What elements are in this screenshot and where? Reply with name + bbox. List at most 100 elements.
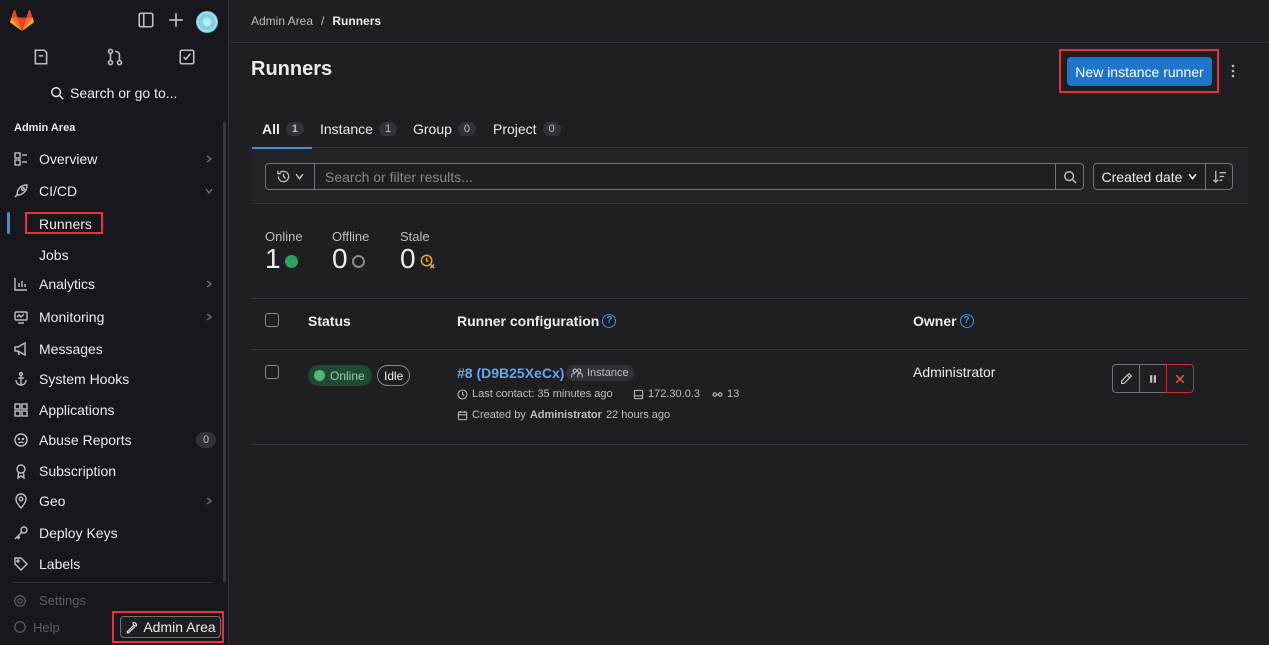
sidebar-item-abuse-reports[interactable]: Abuse Reports 0 — [0, 426, 224, 454]
breadcrumb-current[interactable]: Runners — [332, 14, 381, 28]
new-instance-runner-button[interactable]: New instance runner — [1067, 57, 1212, 86]
sidebar-item-system-hooks[interactable]: System Hooks — [0, 365, 224, 393]
sidebar-item-label: Overview — [39, 151, 98, 167]
tab-all[interactable]: All 1 — [251, 110, 313, 149]
sidebar-item-label: Messages — [39, 341, 103, 357]
sidebar-item-analytics[interactable]: Analytics — [0, 270, 224, 298]
stat-offline: Offline 0 — [332, 229, 369, 274]
sidebar-item-runners[interactable]: Runners — [39, 216, 92, 232]
sidebar-item-help[interactable]: Help — [33, 620, 60, 635]
more-actions-icon[interactable] — [1229, 63, 1237, 79]
stale-clock-icon — [420, 254, 435, 269]
search-button[interactable]: Search or go to... — [50, 82, 180, 104]
sidebar-item-jobs[interactable]: Jobs — [39, 247, 69, 263]
sidebar-item-cicd[interactable]: CI/CD — [0, 177, 224, 205]
slight-frown-icon — [14, 433, 28, 447]
column-header-status: Status — [308, 313, 351, 329]
search-input[interactable] — [314, 163, 1056, 190]
sidebar-item-applications[interactable]: Applications — [0, 396, 224, 424]
select-all-checkbox[interactable] — [265, 313, 279, 327]
clock-icon — [457, 389, 468, 399]
recent-searches-button[interactable] — [265, 163, 315, 190]
sidebar-item-label: System Hooks — [39, 371, 130, 387]
runner-type-label: Instance — [587, 367, 629, 379]
sidebar-item-subscription[interactable]: Subscription — [0, 457, 224, 485]
gitlab-logo-icon[interactable] — [10, 10, 34, 32]
sidebar-section-title: Admin Area — [14, 122, 76, 134]
created-by-user[interactable]: Administrator — [530, 409, 602, 421]
runner-owner: Administrator — [913, 364, 996, 380]
chevron-right-icon — [206, 280, 213, 288]
anchor-icon — [15, 371, 27, 386]
disk-icon — [633, 389, 644, 399]
chevron-right-icon — [206, 313, 213, 321]
key-icon — [14, 526, 28, 540]
sidebar-item-label: Monitoring — [39, 309, 105, 325]
sidebar-item-settings[interactable]: Settings — [39, 593, 86, 608]
breadcrumb: Admin Area / Runners — [251, 14, 381, 28]
sidebar-item-monitoring[interactable]: Monitoring — [0, 303, 224, 331]
active-indicator — [7, 212, 10, 234]
runner-jobs-count: 13 — [727, 388, 740, 400]
tab-label: Project — [493, 121, 537, 137]
history-icon — [277, 170, 290, 183]
created-ago: 22 hours ago — [605, 409, 671, 421]
column-header-config: Runner configuration ? — [457, 313, 617, 329]
breadcrumb-parent[interactable]: Admin Area — [251, 14, 313, 28]
sidebar-header — [0, 0, 229, 44]
tab-instance[interactable]: Instance 1 — [320, 110, 398, 148]
issues-icon[interactable] — [31, 48, 51, 66]
admin-area-button[interactable]: Admin Area — [120, 616, 221, 638]
page-title: Runners — [251, 58, 333, 80]
sidebar-divider — [14, 582, 214, 583]
status-badge-label: Online — [330, 368, 365, 383]
sidebar-item-label: Subscription — [39, 463, 117, 479]
delete-runner-button[interactable] — [1166, 364, 1194, 393]
sidebar-item-deploy-keys[interactable]: Deploy Keys — [0, 519, 224, 547]
sidebar-item-geo[interactable]: Geo — [0, 487, 224, 515]
offline-status-icon — [351, 254, 365, 268]
overview-icon — [14, 152, 27, 166]
count-badge: 0 — [196, 432, 216, 448]
tab-project[interactable]: Project 0 — [493, 110, 561, 148]
pause-runner-button[interactable] — [1139, 364, 1167, 393]
sidebar-item-messages[interactable]: Messages — [0, 335, 224, 363]
monitor-icon — [14, 311, 28, 324]
runner-link[interactable]: #8 (D9B25XeCx) — [457, 365, 564, 381]
todo-icon[interactable] — [177, 48, 197, 66]
question-icon[interactable]: ? — [602, 314, 617, 328]
edit-runner-button[interactable] — [1112, 364, 1140, 393]
table-header — [251, 298, 1248, 350]
column-header-label: Owner — [913, 313, 957, 329]
sidebar-item-label: CI/CD — [39, 183, 78, 199]
status-badge-idle: Idle — [377, 365, 411, 386]
merge-request-icon[interactable] — [105, 48, 125, 66]
sidebar: Search or go to... Admin Area Overview C… — [0, 0, 229, 645]
settings-icon — [14, 595, 26, 607]
search-submit-button[interactable] — [1055, 163, 1084, 190]
stat-value: 0 — [332, 243, 348, 274]
license-icon — [16, 464, 26, 479]
sidebar-item-labels[interactable]: Labels — [0, 550, 224, 578]
sidebar-toggle-icon[interactable] — [137, 11, 155, 29]
chevron-right-icon — [206, 497, 213, 505]
tab-count-badge: 0 — [457, 122, 477, 136]
sort-dropdown[interactable]: Created date — [1093, 163, 1206, 190]
sidebar-item-label: Applications — [39, 402, 115, 418]
stat-value: 1 — [265, 243, 281, 274]
rocket-icon — [14, 184, 28, 198]
sidebar-item-overview[interactable]: Overview — [0, 145, 224, 173]
plus-icon[interactable] — [167, 11, 185, 29]
last-contact: Last contact: 35 minutes ago — [457, 388, 613, 400]
tab-group[interactable]: Group 0 — [413, 110, 477, 148]
sort-direction-button[interactable] — [1205, 163, 1233, 190]
column-header-owner: Owner ? — [913, 313, 974, 329]
top-bar: Admin Area / Runners — [230, 0, 1269, 43]
tab-count-badge: 1 — [378, 122, 398, 136]
applications-icon — [14, 403, 28, 417]
user-avatar[interactable] — [196, 11, 218, 33]
pipeline-icon — [712, 391, 723, 397]
close-icon — [1175, 374, 1185, 383]
question-icon[interactable]: ? — [959, 314, 974, 328]
row-checkbox[interactable] — [265, 365, 279, 379]
